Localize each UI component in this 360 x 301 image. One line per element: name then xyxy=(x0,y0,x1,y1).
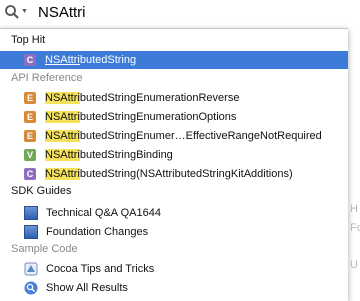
class-icon: C xyxy=(24,168,36,180)
result-row[interactable]: Technical Q&A QA1644 xyxy=(0,204,348,222)
result-row[interactable]: E NSAttributedStringEnumerationReverse xyxy=(0,89,348,107)
enum-icon: E xyxy=(24,92,36,104)
result-label: Technical Q&A QA1644 xyxy=(46,207,161,219)
chevron-down-icon[interactable]: ▼ xyxy=(21,8,28,15)
variable-icon: V xyxy=(24,149,36,161)
result-label: NSAttributedStringBinding xyxy=(45,149,173,161)
section-header-top-hit: Top Hit xyxy=(11,34,46,46)
search-icon[interactable] xyxy=(4,4,20,20)
search-results-popup: Top Hit C NSAttributedString API Referen… xyxy=(0,28,348,301)
class-icon: C xyxy=(24,54,36,66)
background-window-text: H xyxy=(350,203,358,215)
result-label: NSAttributedString(NSAttributedStringKit… xyxy=(45,168,293,180)
result-label: NSAttributedStringEnumerationReverse xyxy=(45,92,240,104)
section-header-sdk-guides: SDK Guides xyxy=(11,185,72,197)
background-window-text: U xyxy=(350,259,358,271)
search-bar: ▼ xyxy=(0,0,360,24)
result-row[interactable]: E NSAttributedStringEnumer…EffectiveRang… xyxy=(0,127,348,145)
result-label: Foundation Changes xyxy=(46,226,149,238)
document-icon xyxy=(24,206,38,220)
document-icon xyxy=(24,225,38,239)
result-label: NSAttributedString xyxy=(45,54,137,66)
result-row[interactable]: V NSAttributedStringBinding xyxy=(0,146,348,164)
section-header-sample-code: Sample Code xyxy=(11,243,78,255)
result-row[interactable]: Foundation Changes xyxy=(0,223,348,241)
result-row[interactable]: C NSAttributedString xyxy=(0,51,348,69)
result-label: NSAttributedStringEnumer…EffectiveRangeN… xyxy=(45,130,322,142)
show-all-results-label: Show All Results xyxy=(46,282,128,294)
section-header-api-reference: API Reference xyxy=(11,72,83,84)
result-row[interactable]: Cocoa Tips and Tricks xyxy=(0,260,348,278)
sample-code-icon xyxy=(24,262,38,276)
background-window-text: Fo xyxy=(350,222,360,234)
result-row[interactable]: C NSAttributedString(NSAttributedStringK… xyxy=(0,165,348,183)
result-label: NSAttributedStringEnumerationOptions xyxy=(45,111,237,123)
result-row[interactable]: E NSAttributedStringEnumerationOptions xyxy=(0,108,348,126)
enum-icon: E xyxy=(24,111,36,123)
search-icon xyxy=(24,281,38,295)
result-label: Cocoa Tips and Tricks xyxy=(46,263,155,275)
enum-icon: E xyxy=(24,130,36,142)
show-all-results-button[interactable]: Show All Results xyxy=(0,279,348,297)
search-input[interactable] xyxy=(38,3,238,21)
